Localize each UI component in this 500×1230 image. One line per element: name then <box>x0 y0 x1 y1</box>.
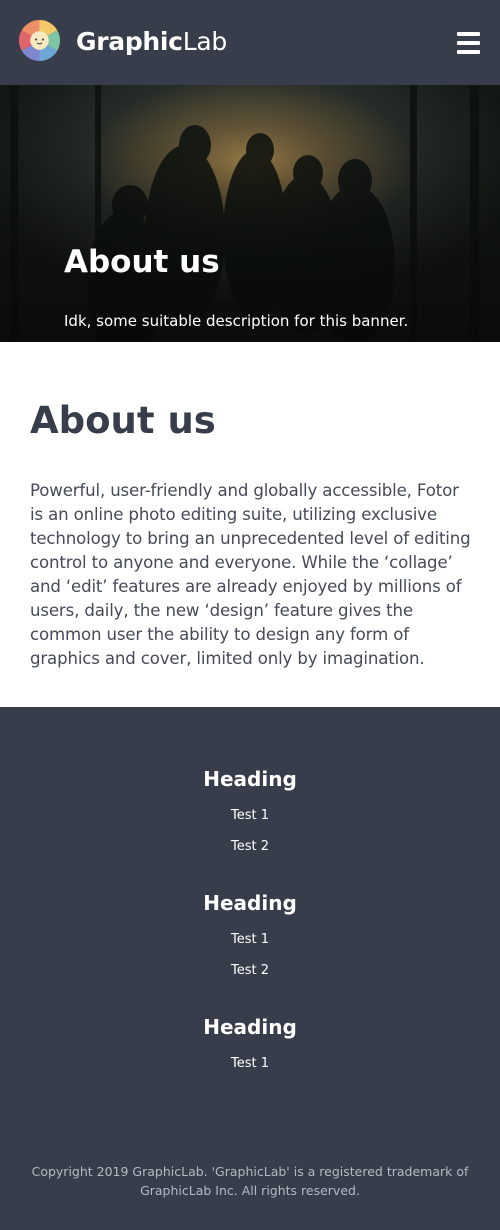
about-line: is an online photo editing suite, utiliz… <box>30 505 437 524</box>
copyright-line: GraphicLab Inc. All rights reserved. <box>140 1183 360 1198</box>
footer-heading: Heading <box>203 767 297 791</box>
menu-bar-top <box>457 32 480 36</box>
about-line: common user the ability to design any fo… <box>30 625 409 644</box>
site-header: GraphicLab <box>0 0 500 85</box>
about-line: users, daily, the new ‘design’ feature g… <box>30 601 413 620</box>
copyright-notice: Copyright 2019 GraphicLab. 'GraphicLab' … <box>30 1162 470 1200</box>
about-line: technology to bring an unprecedented lev… <box>30 529 471 548</box>
footer-heading: Heading <box>203 1015 297 1039</box>
about-line: control to anyone and everyone. While th… <box>30 553 453 572</box>
hero-background-image <box>0 85 500 342</box>
brand-name-bold: Graphic <box>76 27 183 56</box>
footer-heading: Heading <box>203 891 297 915</box>
brand-name[interactable]: GraphicLab <box>76 27 227 57</box>
footer-group: Heading Test 1 Test 2 <box>0 890 500 980</box>
menu-bar-middle <box>457 41 480 45</box>
about-section: About us Powerful, user-friendly and glo… <box>0 342 500 707</box>
footer-link[interactable]: Test 1 <box>0 931 500 949</box>
footer-group: Heading Test 1 Test 2 <box>0 766 500 856</box>
about-line: graphics and cover, limited only by imag… <box>30 649 425 668</box>
menu-bar-bottom <box>457 50 480 54</box>
hamburger-menu-icon[interactable] <box>457 32 482 54</box>
footer-link[interactable]: Test 2 <box>0 962 500 980</box>
logo-icon[interactable] <box>19 20 60 61</box>
about-paragraph: Powerful, user-friendly and globally acc… <box>30 479 478 671</box>
brand-name-light: Lab <box>182 27 228 56</box>
footer-link[interactable]: Test 2 <box>0 838 500 856</box>
footer-link[interactable]: Test 1 <box>0 1055 500 1073</box>
footer-group: Heading Test 1 <box>0 1014 500 1073</box>
about-line: and ‘edit’ features are already enjoyed … <box>30 577 462 596</box>
footer-link[interactable]: Test 1 <box>0 807 500 825</box>
about-line: Powerful, user-friendly and globally acc… <box>30 481 459 500</box>
hero-banner: About us Idk, some suitable description … <box>0 85 500 342</box>
hero-description: Idk, some suitable description for this … <box>64 312 409 330</box>
copyright-line: Copyright 2019 GraphicLab. 'GraphicLab' … <box>31 1164 469 1179</box>
about-title: About us <box>30 399 216 442</box>
hero-title: About us <box>64 244 220 280</box>
site-footer: Heading Test 1 Test 2 Heading Test 1 Tes… <box>0 707 500 1230</box>
